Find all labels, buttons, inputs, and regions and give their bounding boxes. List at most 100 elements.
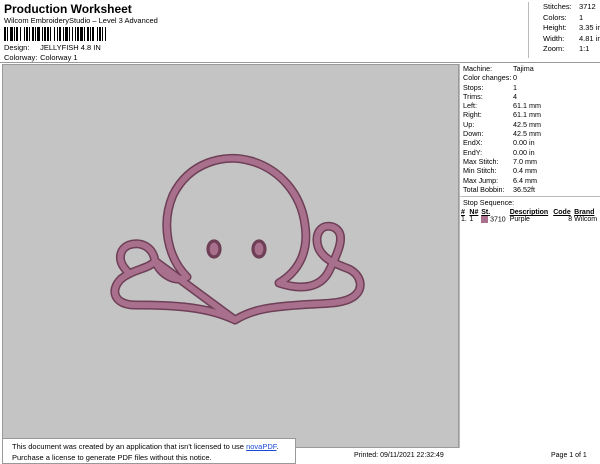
design-value: JELLYFISH 4.8 IN [40, 43, 101, 52]
machine-stat-value: 0.00 in [513, 138, 535, 148]
machine-stat-value: 61.1 mm [513, 101, 541, 111]
top-stat-value: 3712 [579, 2, 596, 11]
machine-stat-label: Min Stitch: [463, 166, 497, 176]
stop-sequence-cell: Wilcom [574, 216, 598, 224]
stop-sequence-cell: Purple [509, 216, 530, 224]
machine-stat-row: Max Jump: 6.4 mm [460, 176, 600, 185]
machine-stat-value: Tajima [513, 64, 534, 73]
stop-sequence-cell: 1 [469, 216, 474, 224]
stop-sequence-header-row: # N# St. Description Code Brand [460, 209, 600, 216]
notice-line-2: Purchase a license to generate PDF files… [12, 453, 212, 462]
right-eye [251, 239, 267, 259]
novapdf-link[interactable]: novaPDF [246, 442, 276, 451]
machine-stat-row: Total Bobbin: 36.52ft [460, 185, 600, 194]
table-row: 1. 1 3710 Purple 8 Wilcom [460, 216, 600, 224]
machine-stat-label: Machine: [463, 64, 493, 73]
machine-stat-label: Stops: [463, 82, 484, 92]
stop-sequence-table: # N# St. Description Code Brand 1. 1 3710 Purpl… [460, 209, 600, 223]
top-stat-value: 1:1 [579, 44, 590, 54]
machine-stat-row: EndX: 0.00 in [460, 138, 600, 147]
machine-stat-row: Left: 61.1 mm [460, 101, 600, 110]
notice-text: This document was created by an applicat… [12, 442, 247, 451]
top-stat-label: Zoom: [543, 44, 565, 54]
machine-stat-label: Down: [463, 129, 484, 139]
jellyfish-outline-shadow [110, 153, 365, 325]
machine-stat-label: EndY: [463, 147, 483, 157]
machine-stat-label: Up: [463, 119, 475, 129]
machine-stats-list: Machine: Tajima Color changes: 0 Stops: 1 Trim… [460, 64, 600, 194]
top-stat-value: 1 [579, 12, 584, 22]
machine-stat-row: Trims: 4 [460, 92, 600, 101]
machine-stat-row: EndY: 0.00 in [460, 148, 600, 157]
machine-stat-row: Min Stitch: 0.4 mm [460, 166, 600, 175]
colorway-label: Colorway: [4, 53, 38, 62]
license-notice: This document was created by an applicat… [2, 438, 296, 464]
stitch-count-cell: 3710 [480, 216, 509, 224]
top-stat-value: 4.81 in [579, 33, 600, 43]
stop-sequence-cell: 8 [568, 216, 573, 224]
machine-stat-label: EndX: [463, 138, 483, 148]
worksheet-title: Production Worksheet [4, 2, 132, 16]
top-stat-label: Width: [543, 33, 565, 43]
left-eye [206, 239, 222, 259]
top-stat-row: Width: 4.81 in [543, 34, 600, 45]
machine-stat-value: 6.4 mm [513, 175, 537, 185]
notice-line-1: This document was created by an applicat… [12, 441, 295, 452]
machine-stat-value: 42.5 mm [513, 119, 541, 129]
top-stat-row: Height: 3.35 in [543, 23, 600, 34]
design-preview [2, 64, 459, 448]
header-divider [0, 62, 600, 63]
software-subtitle: Wilcom EmbroideryStudio – Level 3 Advanc… [4, 16, 158, 25]
design-row: Design: JELLYFISH 4.8 IN [4, 43, 101, 52]
colorway-value: Colorway 1 [40, 53, 78, 62]
stop-sequence-header: # [461, 209, 465, 217]
top-stat-label: Colors: [543, 12, 567, 22]
stop-sequence-header: Brand [574, 209, 595, 217]
machine-info-panel: Machine: Tajima Color changes: 0 Stops: 1 Trim… [459, 64, 600, 448]
machine-stat-label: Trims: [463, 91, 483, 101]
top-stats-panel: Stitches: 3712 Colors: 1 Height: 3.35 in Width… [528, 2, 600, 58]
notice-period: . [276, 442, 279, 451]
color-swatch-icon [481, 216, 489, 224]
design-label: Design: [4, 43, 30, 52]
top-stat-value: 3.35 in [579, 23, 600, 33]
stop-sequence-header: N# [469, 209, 479, 217]
colorway-row: Colorway: Colorway 1 [4, 53, 78, 62]
machine-stat-label: Color changes: [463, 73, 512, 83]
machine-stat-value: 36.52ft [513, 184, 535, 194]
machine-stat-value: 0 [513, 73, 517, 83]
machine-stat-value: 4 [513, 91, 517, 101]
machine-stat-row: Machine: Tajima [460, 64, 600, 73]
machine-stat-row: Max Stitch: 7.0 mm [460, 157, 600, 166]
machine-stat-label: Left: [463, 101, 477, 111]
machine-stat-row: Color changes: 0 [460, 73, 600, 82]
machine-stat-value: 0.4 mm [513, 166, 537, 176]
machine-stat-row: Down: 42.5 mm [460, 129, 600, 138]
jellyfish-eyes [206, 239, 267, 259]
jellyfish-outline [111, 155, 364, 323]
machine-stat-row: Up: 42.5 mm [460, 120, 600, 129]
stop-sequence-header: Description [509, 209, 549, 217]
machine-stat-value: 42.5 mm [513, 129, 541, 139]
machine-stat-value: 61.1 mm [513, 110, 541, 120]
top-stat-row: Colors: 1 [543, 13, 600, 24]
machine-stat-value: 7.0 mm [513, 156, 537, 166]
barcode [4, 27, 142, 41]
top-stat-row: Stitches: 3712 [543, 2, 600, 13]
top-stat-label: Stitches: [543, 2, 572, 11]
stop-sequence-title: Stop Sequence: [460, 196, 600, 207]
stop-sequence-header: St. [481, 209, 491, 217]
jellyfish-design [110, 153, 365, 325]
printed-timestamp: Printed: 09/11/2021 22:32:49 [354, 452, 444, 459]
top-stat-row: Zoom: 1:1 [543, 44, 600, 55]
page-number: Page 1 of 1 [551, 452, 587, 459]
machine-stat-label: Total Bobbin: [463, 184, 505, 194]
machine-stat-row: Stops: 1 [460, 83, 600, 92]
machine-stat-label: Max Stitch: [463, 156, 499, 166]
machine-stat-label: Right: [463, 110, 482, 120]
machine-stat-value: 0.00 in [513, 147, 535, 157]
machine-stat-label: Max Jump: [463, 175, 499, 185]
machine-stat-value: 1 [513, 82, 517, 92]
stop-sequence-header: Code [553, 209, 571, 217]
machine-stat-row: Right: 61.1 mm [460, 110, 600, 119]
